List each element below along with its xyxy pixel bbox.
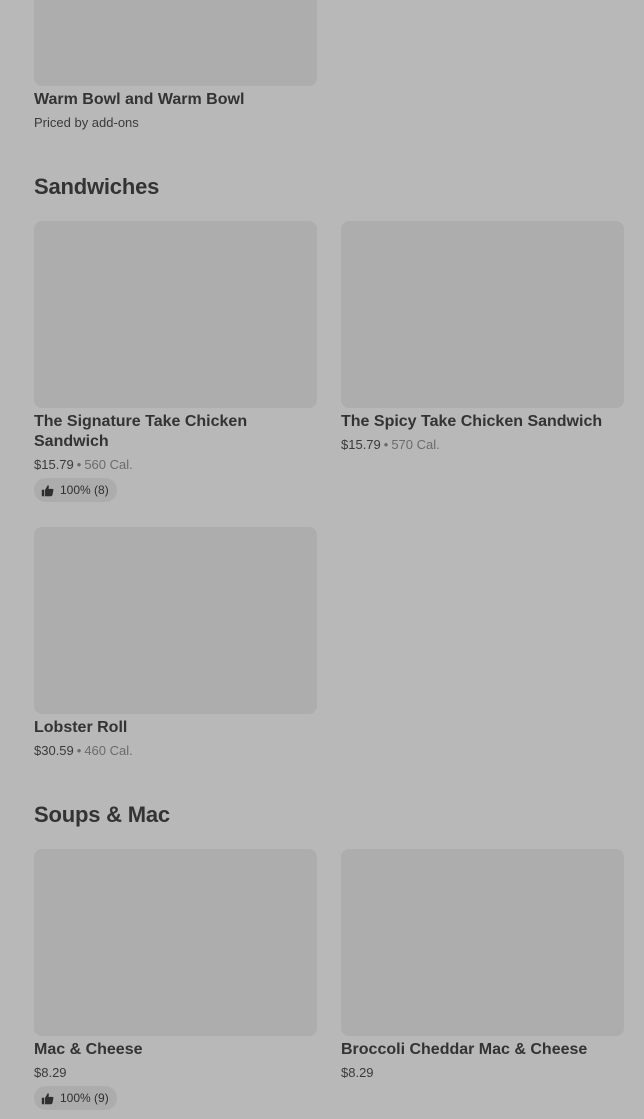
item-name-signature-take[interactable]: The Signature Take Chicken Sandwich — [34, 412, 294, 452]
item-meta-mac-cheese: $8.29 — [34, 1065, 67, 1081]
item-name-broccoli-mac[interactable]: Broccoli Cheddar Mac & Cheese — [341, 1040, 631, 1060]
item-meta-spicy-take: $15.79 • 570 Cal. — [341, 437, 440, 453]
item-image-mac-cheese[interactable] — [34, 849, 317, 1036]
item-name-lobster-roll[interactable]: Lobster Roll — [34, 718, 127, 738]
separator-dot: • — [76, 457, 82, 472]
rating-badge-mac-cheese: 100% (9) — [34, 1086, 117, 1110]
item-name-spicy-take[interactable]: The Spicy Take Chicken Sandwich — [341, 412, 631, 432]
item-name-warm-bowl[interactable]: Warm Bowl and Warm Bowl — [34, 90, 244, 110]
rating-text: 100% (8) — [60, 483, 109, 497]
thumbs-up-icon — [41, 1092, 54, 1104]
item-calories: 560 Cal. — [84, 457, 133, 472]
item-image-signature-take[interactable] — [34, 221, 317, 408]
rating-badge-signature-take: 100% (8) — [34, 478, 117, 502]
section-title-soups-mac: Soups & Mac — [34, 802, 170, 827]
item-price: $15.79 — [341, 437, 381, 452]
item-price: $8.29 — [34, 1065, 67, 1080]
item-image-lobster-roll[interactable] — [34, 527, 317, 714]
item-price: $15.79 — [34, 457, 74, 472]
item-image-spicy-take[interactable] — [341, 221, 624, 408]
item-price: $30.59 — [34, 743, 74, 758]
item-meta-broccoli-mac: $8.29 — [341, 1065, 374, 1081]
rating-text: 100% (9) — [60, 1091, 109, 1105]
item-image-broccoli-mac[interactable] — [341, 849, 624, 1036]
item-meta-lobster-roll: $30.59 • 460 Cal. — [34, 743, 133, 759]
thumbs-up-icon — [41, 484, 54, 496]
item-calories: 570 Cal. — [391, 437, 440, 452]
item-image-warm-bowl[interactable] — [34, 0, 317, 86]
item-calories: 460 Cal. — [84, 743, 133, 758]
item-name-mac-cheese[interactable]: Mac & Cheese — [34, 1040, 143, 1060]
separator-dot: • — [76, 743, 82, 758]
item-price: $8.29 — [341, 1065, 374, 1080]
item-meta-signature-take: $15.79 • 560 Cal. — [34, 457, 133, 473]
item-subtext-warm-bowl: Priced by add-ons — [34, 115, 139, 130]
separator-dot: • — [383, 437, 389, 452]
section-title-sandwiches: Sandwiches — [34, 174, 160, 199]
